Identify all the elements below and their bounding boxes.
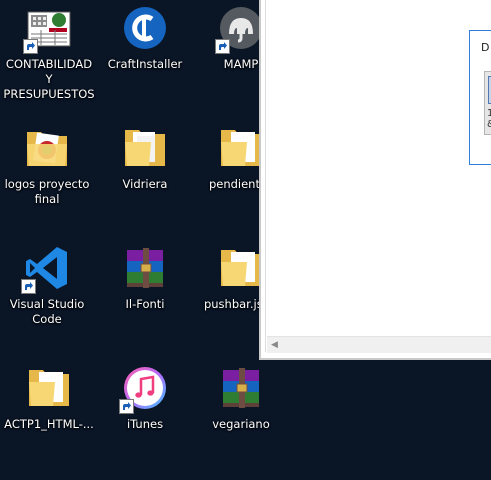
window-inner-border xyxy=(265,0,266,352)
vscode-icon xyxy=(21,244,71,294)
folder-icon xyxy=(217,124,265,172)
preview-text: 1 & xyxy=(487,108,491,130)
desktop-icon-craftinstaller[interactable]: CraftInstaller xyxy=(98,0,192,110)
shortcut-arrow-icon xyxy=(23,39,38,54)
icon-label: CONTABILIDAD Y PRESUPUESTOS xyxy=(3,57,95,101)
accounting-app-icon xyxy=(23,4,73,54)
shortcut-arrow-icon xyxy=(21,279,36,294)
scroll-left-icon[interactable]: ◀ xyxy=(271,340,278,350)
dialog-window[interactable]: D 1 & xyxy=(469,30,491,165)
horizontal-scrollbar[interactable]: ◀ xyxy=(267,336,491,353)
folder-icon xyxy=(121,124,169,172)
itunes-icon xyxy=(119,364,169,414)
explorer-window[interactable]: ◀ xyxy=(259,0,491,360)
icon-label: Il-Fonti xyxy=(125,297,165,311)
winrar-archive-icon xyxy=(217,364,265,412)
desktop-icon-vidriera[interactable]: Vidriera xyxy=(98,120,192,230)
shortcut-arrow-icon xyxy=(215,39,230,54)
desktop-icon-itunes[interactable]: iTunes xyxy=(98,360,192,470)
icon-label: ACTP1_HTML-... xyxy=(4,417,94,431)
desktop-icon-vegariano[interactable]: vegariano xyxy=(194,360,288,470)
folder-icon xyxy=(25,364,73,412)
icon-label: CraftInstaller xyxy=(107,57,183,71)
desktop-icon-actp1[interactable]: ACTP1_HTML-... xyxy=(2,360,96,470)
icon-label: logos proyecto final xyxy=(4,177,90,206)
folder-icon xyxy=(217,244,265,292)
folder-icon xyxy=(23,124,71,172)
mamp-elephant-icon xyxy=(215,4,265,54)
icon-label: iTunes xyxy=(126,417,164,431)
shortcut-arrow-icon xyxy=(119,399,134,414)
dialog-title: D xyxy=(481,41,490,54)
desktop-icon-visual-studio-code[interactable]: Visual Studio Code xyxy=(0,240,94,350)
craft-installer-icon xyxy=(121,4,169,52)
dialog-preview-panel: 1 & xyxy=(484,71,491,135)
desktop: CONTABILIDAD Y PRESUPUESTOS CraftInstall… xyxy=(0,0,491,480)
winrar-archive-icon xyxy=(121,244,169,292)
icon-label: Vidriera xyxy=(122,177,168,191)
desktop-icon-logos-proyecto-final[interactable]: logos proyecto final xyxy=(0,120,94,230)
desktop-icon-contabilidad[interactable]: CONTABILIDAD Y PRESUPUESTOS xyxy=(2,0,96,110)
icon-label: Visual Studio Code xyxy=(9,297,85,326)
icon-label: vegariano xyxy=(212,417,270,431)
desktop-icon-il-fonti[interactable]: Il-Fonti xyxy=(98,240,192,350)
